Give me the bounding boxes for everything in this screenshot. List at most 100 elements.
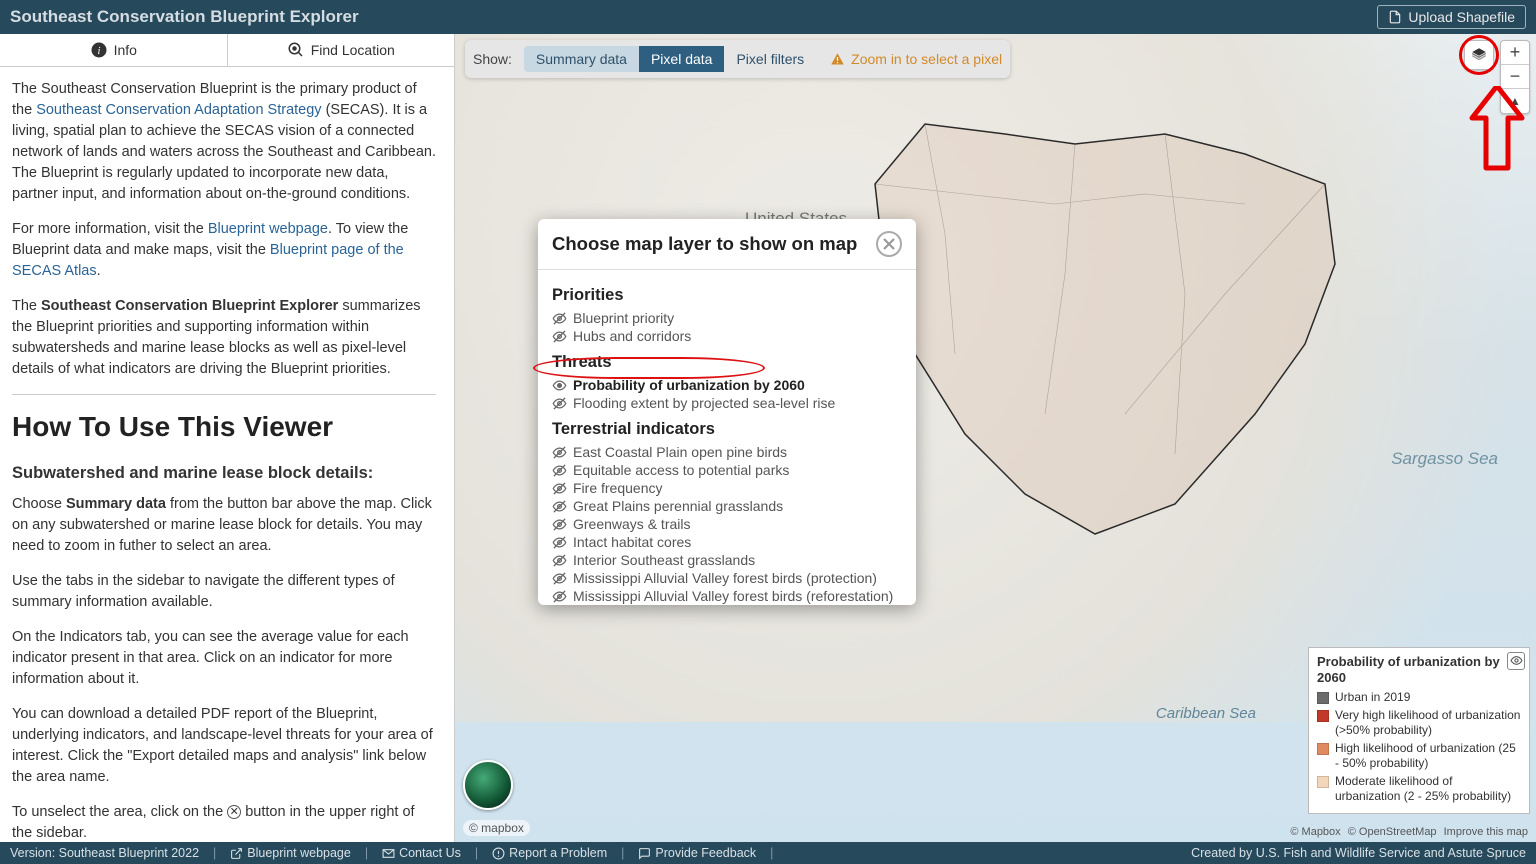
layer-option[interactable]: Equitable access to potential parks bbox=[552, 461, 912, 479]
layer-picker-modal: Choose map layer to show on map Prioriti… bbox=[538, 219, 916, 605]
eye-hidden-icon bbox=[552, 396, 567, 411]
legend-label: Moderate likelihood of urbanization (2 -… bbox=[1335, 774, 1521, 804]
label-sargasso-sea: Sargasso Sea bbox=[1391, 449, 1498, 469]
tab-info-label: Info bbox=[114, 42, 137, 58]
upload-shapefile-button[interactable]: Upload Shapefile bbox=[1377, 5, 1526, 29]
legend-row: High likelihood of urbanization (25 - 50… bbox=[1317, 741, 1521, 771]
sidebar-tabs: i Info Find Location bbox=[0, 34, 454, 67]
close-x-icon: ✕ bbox=[227, 805, 241, 819]
layer-option-label: Equitable access to potential parks bbox=[573, 462, 789, 478]
zoom-controls: + − ▲ bbox=[1500, 40, 1530, 114]
modal-group-title: Priorities bbox=[552, 286, 912, 305]
layers-icon bbox=[1470, 46, 1488, 64]
tab-info[interactable]: i Info bbox=[0, 34, 228, 66]
eye-visible-icon bbox=[552, 378, 567, 393]
attrib-osm[interactable]: © OpenStreetMap bbox=[1348, 826, 1437, 838]
zoom-hint: Zoom in to select a pixel bbox=[830, 51, 1002, 67]
layer-option[interactable]: Interior Southeast grasslands bbox=[552, 551, 912, 569]
legend-toggle-button[interactable] bbox=[1507, 652, 1525, 670]
pixel-data-button[interactable]: Pixel data bbox=[639, 46, 724, 72]
reset-north-button[interactable]: ▲ bbox=[1501, 89, 1529, 113]
map-attribution: © Mapbox © OpenStreetMap Improve this ma… bbox=[1288, 826, 1530, 838]
se-states-outline bbox=[865, 114, 1345, 544]
link-blueprint-webpage[interactable]: Blueprint webpage bbox=[208, 221, 328, 237]
indicators-paragraph: On the Indicators tab, you can see the a… bbox=[12, 627, 436, 690]
footer-link-report[interactable]: Report a Problem bbox=[492, 846, 607, 860]
modal-title: Choose map layer to show on map bbox=[552, 233, 857, 255]
footer-left: Version: Southeast Blueprint 2022 | Blue… bbox=[10, 846, 773, 860]
legend-label: High likelihood of urbanization (25 - 50… bbox=[1335, 741, 1521, 771]
layer-option-label: East Coastal Plain open pine birds bbox=[573, 444, 787, 460]
info-icon: i bbox=[90, 41, 108, 59]
globe-thumbnail[interactable] bbox=[463, 760, 513, 810]
top-bar: Southeast Conservation Blueprint Explore… bbox=[0, 0, 1536, 34]
layer-option-label: Greenways & trails bbox=[573, 516, 690, 532]
layer-option[interactable]: Probability of urbanization by 2060 bbox=[552, 376, 912, 394]
howto-heading: How To Use This Viewer bbox=[12, 407, 436, 448]
layer-option[interactable]: Fire frequency bbox=[552, 479, 912, 497]
legend: Probability of urbanization by 2060 Urba… bbox=[1308, 647, 1530, 815]
show-label: Show: bbox=[473, 51, 512, 67]
eye-hidden-icon bbox=[552, 571, 567, 586]
modal-close-button[interactable] bbox=[876, 231, 902, 257]
subwatershed-heading: Subwatershed and marine lease block deta… bbox=[12, 462, 436, 486]
layer-option[interactable]: Hubs and corridors bbox=[552, 327, 912, 345]
map-controls: + − ▲ bbox=[1464, 40, 1530, 114]
layer-option[interactable]: Mississippi Alluvial Valley forest birds… bbox=[552, 569, 912, 587]
layer-option-label: Great Plains perennial grasslands bbox=[573, 498, 783, 514]
unselect-paragraph: To unselect the area, click on the ✕ but… bbox=[12, 802, 436, 842]
map-area[interactable]: United States Sargasso Sea Caribbean Sea… bbox=[455, 34, 1536, 842]
zoom-in-button[interactable]: + bbox=[1501, 41, 1529, 65]
legend-swatch bbox=[1317, 692, 1329, 704]
eye-hidden-icon bbox=[552, 445, 567, 460]
footer-link-feedback[interactable]: Provide Feedback bbox=[638, 846, 756, 860]
layer-option-label: Interior Southeast grasslands bbox=[573, 552, 755, 568]
legend-swatch bbox=[1317, 776, 1329, 788]
legend-title: Probability of urbanization by 2060 bbox=[1317, 654, 1521, 687]
layer-option-label: Mississippi Alluvial Valley forest birds… bbox=[573, 588, 893, 604]
main-row: i Info Find Location The Southeast Conse… bbox=[0, 34, 1536, 842]
attrib-improve[interactable]: Improve this map bbox=[1444, 826, 1528, 838]
warning-icon bbox=[830, 52, 845, 67]
use-tabs-paragraph: Use the tabs in the sidebar to navigate … bbox=[12, 571, 436, 613]
layers-button[interactable] bbox=[1464, 40, 1494, 70]
layer-option[interactable]: Mississippi Alluvial Valley forest birds… bbox=[552, 587, 912, 605]
explorer-summary-paragraph: The Southeast Conservation Blueprint Exp… bbox=[12, 296, 436, 380]
layer-option-label: Mississippi Alluvial Valley forest birds… bbox=[573, 570, 877, 586]
comment-icon bbox=[638, 847, 651, 860]
eye-hidden-icon bbox=[552, 535, 567, 550]
modal-group-title: Threats bbox=[552, 353, 912, 372]
link-secas[interactable]: Southeast Conservation Adaptation Strate… bbox=[36, 102, 321, 118]
tab-find-location[interactable]: Find Location bbox=[228, 34, 455, 66]
app-title: Southeast Conservation Blueprint Explore… bbox=[10, 7, 359, 27]
legend-label: Very high likelihood of urbanization (>5… bbox=[1335, 708, 1521, 738]
footer-link-contact[interactable]: Contact Us bbox=[382, 846, 461, 860]
legend-label: Urban in 2019 bbox=[1335, 690, 1410, 705]
sidebar: i Info Find Location The Southeast Conse… bbox=[0, 34, 455, 842]
layer-option-label: Blueprint priority bbox=[573, 310, 674, 326]
footer-link-blueprint[interactable]: Blueprint webpage bbox=[230, 846, 351, 860]
layer-option[interactable]: Greenways & trails bbox=[552, 515, 912, 533]
legend-row: Moderate likelihood of urbanization (2 -… bbox=[1317, 774, 1521, 804]
label-caribbean-sea: Caribbean Sea bbox=[1156, 705, 1256, 722]
layer-option[interactable]: East Coastal Plain open pine birds bbox=[552, 443, 912, 461]
layer-option[interactable]: Flooding extent by projected sea-level r… bbox=[552, 394, 912, 412]
pixel-filters-button[interactable]: Pixel filters bbox=[724, 46, 816, 72]
footer-credit: Created by U.S. Fish and Wildlife Servic… bbox=[1191, 846, 1526, 860]
legend-swatch bbox=[1317, 710, 1329, 722]
layer-option[interactable]: Blueprint priority bbox=[552, 309, 912, 327]
envelope-icon bbox=[382, 847, 395, 860]
zoom-out-button[interactable]: − bbox=[1501, 65, 1529, 89]
layer-option-label: Fire frequency bbox=[573, 480, 662, 496]
modal-body[interactable]: Priorities Blueprint priorityHubs and cor… bbox=[538, 270, 916, 605]
external-link-icon bbox=[230, 847, 243, 860]
tab-find-label: Find Location bbox=[311, 42, 395, 58]
layer-option[interactable]: Intact habitat cores bbox=[552, 533, 912, 551]
mapbox-logo: © mapbox bbox=[463, 820, 530, 836]
alert-icon bbox=[492, 847, 505, 860]
attrib-mapbox[interactable]: © Mapbox bbox=[1290, 826, 1340, 838]
summary-data-button[interactable]: Summary data bbox=[524, 46, 639, 72]
layer-option[interactable]: Great Plains perennial grasslands bbox=[552, 497, 912, 515]
eye-hidden-icon bbox=[552, 589, 567, 604]
search-icon bbox=[287, 41, 305, 59]
